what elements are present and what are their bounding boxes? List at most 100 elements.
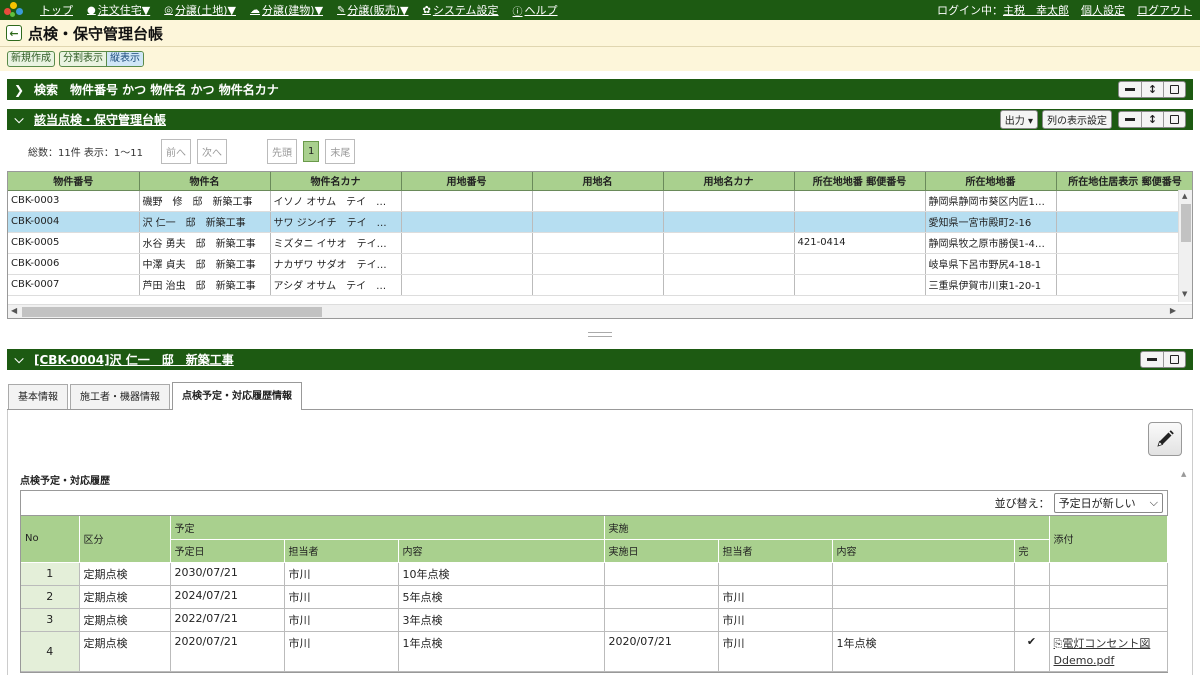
table-cell: CBK-0003 xyxy=(8,190,140,212)
col-kubun: 区分 xyxy=(79,516,171,563)
first-page-button[interactable]: 先頭 xyxy=(267,138,297,164)
search-section-header[interactable]: ❯ 検索 物件番号 かつ 物件名 かつ 物件名カナ ↕ xyxy=(7,79,1193,100)
detail-title[interactable]: [CBK-0004]沢 仁一 邸 新築工事 xyxy=(34,351,234,368)
page-1-button[interactable]: 1 xyxy=(303,140,320,162)
title-bar: ← 点検・保守管理台帳 xyxy=(0,20,1200,47)
tab-basic-info[interactable]: 基本情報 xyxy=(8,384,68,409)
history-cell xyxy=(1049,608,1168,632)
history-cell xyxy=(604,585,719,609)
column-header[interactable]: 物件名 xyxy=(139,172,271,191)
nav-custom-house[interactable]: ● 注文住宅▼ xyxy=(87,2,150,18)
table-cell: CBK-0006 xyxy=(8,253,140,275)
minimize-button[interactable] xyxy=(1119,82,1141,97)
nav-sales[interactable]: ✎ 分譲(販売)▼ xyxy=(337,2,408,18)
maximize-button[interactable] xyxy=(1163,82,1185,97)
history-cell: 1年点検 xyxy=(398,631,605,672)
nav-top[interactable]: トップ xyxy=(40,2,73,18)
history-row[interactable]: 4 定期点検 2020/07/21 市川 1年点検 2020/07/21 市川 1年点検 ✔ ⎘電… xyxy=(21,631,1168,672)
next-page-button[interactable]: 次へ xyxy=(197,138,227,164)
nav-land[interactable]: ◎ 分譲(土地)▼ xyxy=(164,2,236,18)
column-header[interactable]: 所在地地番 xyxy=(925,172,1057,191)
list-title[interactable]: 該当点検・保守管理台帳 xyxy=(34,111,166,128)
table-cell xyxy=(532,232,664,254)
table-cell: 沢 仁一 邸 新築工事 xyxy=(139,211,271,233)
last-page-button[interactable]: 末尾 xyxy=(325,138,356,164)
history-row[interactable]: 2 定期点検 2024/07/21 市川 5年点検 市川 xyxy=(21,585,1168,609)
user-menu: ログイン中：主税 幸太郎 個人設定 ログアウト xyxy=(937,2,1192,18)
minimize-button[interactable] xyxy=(1119,112,1141,127)
table-cell: ナカザワ サダオ テイ… xyxy=(270,253,402,275)
maximize-button[interactable] xyxy=(1163,112,1185,127)
col-done: 完 xyxy=(1014,539,1050,563)
scroll-thumb[interactable] xyxy=(1181,204,1191,242)
scroll-up-icon[interactable]: ▲ xyxy=(1181,470,1186,478)
history-row[interactable]: 3 定期点検 2022/07/21 市川 3年点検 市川 xyxy=(21,608,1168,632)
table-cell xyxy=(401,232,533,254)
back-arrow-icon[interactable]: ← xyxy=(6,25,22,41)
minimize-button[interactable] xyxy=(1141,352,1163,367)
login-user-link[interactable]: 主税 幸太郎 xyxy=(1003,4,1069,17)
column-settings-button[interactable]: 列の表示設定 xyxy=(1042,110,1112,129)
output-button[interactable]: 出力 ▾ xyxy=(999,110,1038,129)
nav-system-settings[interactable]: ✿ システム設定 xyxy=(422,2,498,18)
scroll-thumb[interactable] xyxy=(22,307,322,317)
table-row[interactable]: CBK-0005 水谷 勇夫 邸 新築工事 ミズタニ イサオ テイ… 421-0414… xyxy=(8,232,1192,254)
table-cell xyxy=(401,211,533,233)
column-header[interactable]: 所在地地番 郵便番号 xyxy=(794,172,926,191)
attachment-link[interactable]: ⎘電灯コンセント図Ddemo.pdf xyxy=(1054,637,1151,667)
resize-button[interactable]: ↕ xyxy=(1141,112,1163,127)
attachment-cell: ⎘電灯コンセント図Ddemo.pdf xyxy=(1049,631,1168,672)
tab-contractor-equipment[interactable]: 施工者・機器情報 xyxy=(70,384,170,409)
scroll-left-icon[interactable]: ◀ xyxy=(11,306,17,315)
split-view-button[interactable]: 分割表示 xyxy=(60,52,106,66)
column-header[interactable]: 所在地住居表示 郵便番号 xyxy=(1056,172,1192,191)
pane-splitter[interactable] xyxy=(588,332,612,337)
table-row[interactable]: CBK-0007 芦田 治虫 邸 新築工事 アシダ オサム テイ … 三重県伊賀市川東… xyxy=(8,274,1192,296)
table-row[interactable]: CBK-0006 中澤 貞夫 邸 新築工事 ナカザワ サダオ テイ… 岐阜県下呂市野尻… xyxy=(8,253,1192,275)
maximize-button[interactable] xyxy=(1163,352,1185,367)
tab-inspection-history[interactable]: 点検予定・対応履歴情報 xyxy=(172,382,302,410)
scroll-down-icon[interactable]: ▼ xyxy=(1182,290,1187,298)
personal-settings-link[interactable]: 個人設定 xyxy=(1081,2,1125,18)
table-cell xyxy=(532,190,664,212)
column-header[interactable]: 物件名カナ xyxy=(270,172,402,191)
panel-vertical-scrollbar[interactable]: ▲ xyxy=(1178,468,1192,675)
resize-button[interactable]: ↕ xyxy=(1141,82,1163,97)
table-cell: 岐阜県下呂市野尻4-18-1 xyxy=(925,253,1057,275)
table-cell xyxy=(663,253,795,275)
sort-row: 並び替え： 予定日が新しい ⌵ xyxy=(21,491,1167,516)
nav-building[interactable]: ☁ 分譲(建物)▼ xyxy=(250,2,323,18)
nav-help[interactable]: ⓘ ヘルプ xyxy=(513,2,558,18)
table-cell xyxy=(532,253,664,275)
scroll-right-icon[interactable]: ▶ xyxy=(1170,306,1176,315)
table-cell: 静岡県静岡市葵区内匠1… xyxy=(925,190,1057,212)
column-header[interactable]: 物件番号 xyxy=(8,172,140,191)
grid-vertical-scrollbar[interactable]: ▲ ▼ xyxy=(1178,190,1192,302)
history-cell xyxy=(718,562,833,586)
history-row[interactable]: 1 定期点検 2030/07/21 市川 10年点検 xyxy=(21,562,1168,586)
grid-horizontal-scrollbar[interactable]: ◀ ▶ xyxy=(8,304,1192,318)
new-button[interactable]: 新規作成 xyxy=(7,51,55,67)
column-header[interactable]: 用地名 xyxy=(532,172,664,191)
table-cell xyxy=(663,274,795,296)
history-cell: 市川 xyxy=(718,608,833,632)
logout-link[interactable]: ログアウト xyxy=(1137,2,1192,18)
prev-page-button[interactable]: 前へ xyxy=(161,138,191,164)
col-planned-date: 予定日 xyxy=(170,539,285,563)
sort-value: 予定日が新しい xyxy=(1058,497,1136,510)
column-header[interactable]: 用地名カナ xyxy=(663,172,795,191)
history-cell xyxy=(1049,585,1168,609)
table-row[interactable]: CBK-0004 沢 仁一 邸 新築工事 サワ ジンイチ テイ … 愛知県一宮市殿町2… xyxy=(8,211,1192,233)
scroll-up-icon[interactable]: ▲ xyxy=(1182,192,1187,200)
chevron-down-icon[interactable]: ⌵ xyxy=(10,112,28,127)
sort-select[interactable]: 予定日が新しい ⌵ xyxy=(1053,493,1163,513)
table-cell xyxy=(401,190,533,212)
chevron-down-icon[interactable]: ⌵ xyxy=(10,352,28,367)
chevron-right-icon[interactable]: ❯ xyxy=(10,83,28,97)
app-logo[interactable] xyxy=(4,1,26,19)
edit-button[interactable] xyxy=(1148,422,1182,456)
vertical-view-button[interactable]: 縦表示 xyxy=(106,52,143,66)
table-row[interactable]: CBK-0003 磯野 修 邸 新築工事 イソノ オサム テイ … 静岡県静岡市葵区内… xyxy=(8,190,1192,212)
history-cell: 定期点検 xyxy=(79,562,171,586)
column-header[interactable]: 用地番号 xyxy=(401,172,533,191)
